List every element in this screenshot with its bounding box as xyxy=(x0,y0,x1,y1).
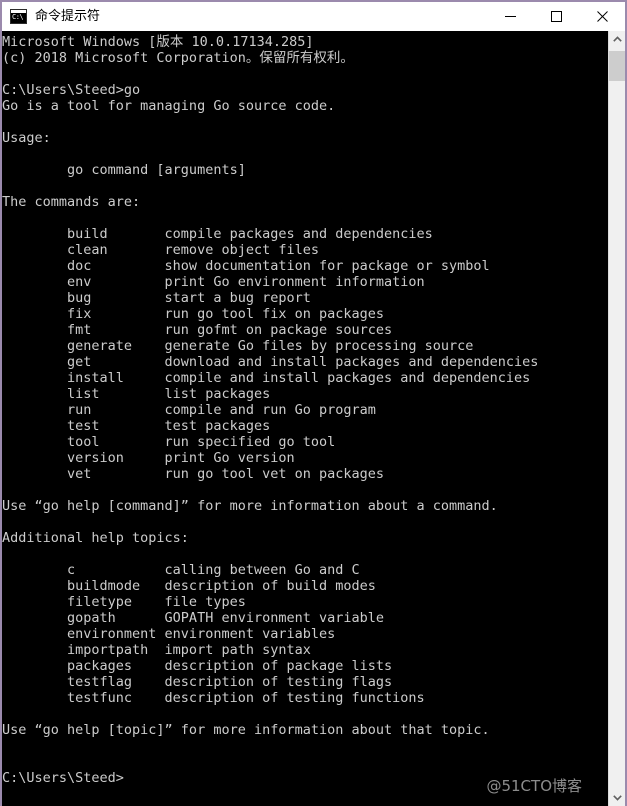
minimize-button[interactable] xyxy=(487,2,533,31)
console-area[interactable]: Microsoft Windows [版本 10.0.17134.285] (c… xyxy=(2,31,625,806)
title-bar[interactable]: C:\ 命令提示符 xyxy=(2,2,625,31)
console-output-text: Microsoft Windows [版本 10.0.17134.285] (c… xyxy=(2,34,539,786)
command-prompt-window: C:\ 命令提示符 Microsoft Windows [版本 10.0.171… xyxy=(0,0,627,806)
window-title: 命令提示符 xyxy=(35,9,101,24)
caption-button-group xyxy=(487,2,625,31)
console-output[interactable]: Microsoft Windows [版本 10.0.17134.285] (c… xyxy=(2,31,608,806)
chevron-up-icon xyxy=(612,36,622,42)
scroll-up-button[interactable] xyxy=(609,31,625,48)
command-prompt-icon: C:\ xyxy=(10,9,27,24)
scrollbar-thumb[interactable] xyxy=(609,51,625,81)
vertical-scrollbar[interactable] xyxy=(608,31,625,806)
minimize-icon xyxy=(504,16,516,17)
maximize-button[interactable] xyxy=(533,2,579,31)
maximize-icon xyxy=(550,11,562,22)
command-prompt-icon-glyph: C:\ xyxy=(12,13,24,21)
chevron-down-icon xyxy=(612,795,622,801)
close-button[interactable] xyxy=(579,2,625,31)
scroll-down-button[interactable] xyxy=(609,789,625,806)
close-icon xyxy=(596,11,608,22)
